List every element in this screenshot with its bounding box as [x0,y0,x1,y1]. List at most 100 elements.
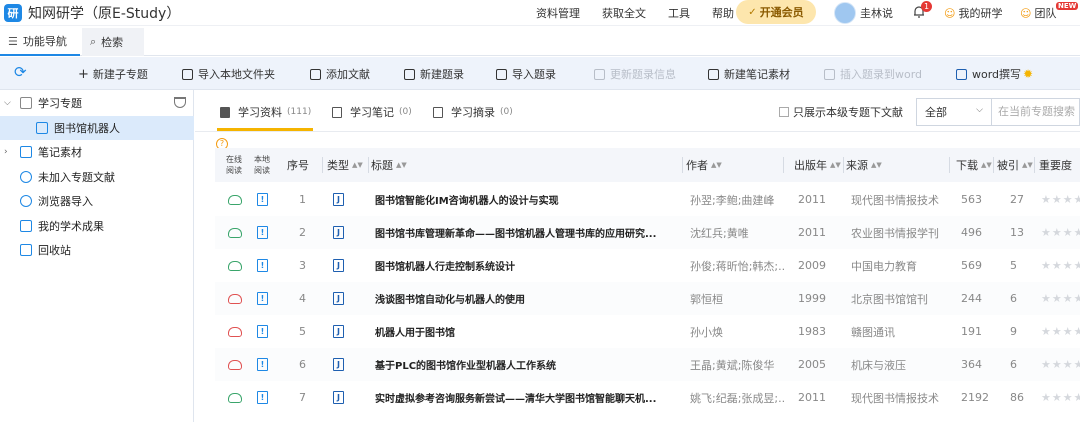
local-file-icon[interactable]: ! [257,259,268,272]
table-row[interactable]: ! 7 J 实时虚拟参考咨询服务新尝试——清华大学图书馆智能聊天机... 姚飞;纪磊;张… [215,381,1080,414]
importance-stars[interactable]: ★★★★★ [1041,348,1080,381]
cloud-icon[interactable] [228,293,242,304]
sidebar-item-unassigned[interactable]: 未加入专题文献 [0,165,194,189]
tab-learning-notes[interactable]: 学习笔记 (0) [332,104,412,120]
local-read-cell[interactable]: ! [257,183,275,216]
row-title[interactable]: 机器人用于图书馆 [375,315,685,348]
local-read-cell[interactable]: ! [257,282,275,315]
import-local-folder-button[interactable]: 导入本地文件夹 [182,66,275,82]
sidebar-item-my-achievements[interactable]: 我的学术成果 [0,214,194,238]
tab-learning-excerpts[interactable]: 学习摘录 (0) [433,104,513,120]
cloud-icon[interactable] [228,227,242,238]
tab-search[interactable]: ⌕ 检索 [82,28,144,56]
local-read-cell[interactable]: ! [257,216,275,249]
word-write-button[interactable]: word撰写 ✹ [956,66,1033,82]
update-record-button[interactable]: 更新题录信息 [594,66,676,82]
col-year[interactable]: 出版年 ▲▼ [794,148,844,182]
local-file-icon[interactable]: ! [257,358,268,371]
menu-item-data-management[interactable]: 资料管理 [536,5,580,21]
col-index[interactable]: 序号 [287,148,323,182]
local-file-icon[interactable]: ! [257,292,268,305]
online-read-cell[interactable] [228,183,246,216]
add-document-button[interactable]: 添加文献 [310,66,370,82]
filter-select[interactable]: 全部 ⌵ [916,98,992,126]
table-row[interactable]: ! 5 J 机器人用于图书馆孙小焕 1983 赣图通讯 191 9 ★★★★★ [215,315,1080,348]
importance-stars[interactable]: ★★★★★ [1041,282,1080,315]
local-read-cell[interactable]: ! [257,381,275,414]
vip-button[interactable]: ✓ 开通会员 [736,0,816,24]
row-title[interactable]: 图书馆智能化IM咨询机器人的设计与实现 [375,183,685,216]
chevron-down-icon[interactable]: ⌵ [4,98,14,108]
team-link[interactable]: ☺ 团队 [1020,5,1056,21]
importance-stars[interactable]: ★★★★★ [1041,249,1080,282]
row-title[interactable]: 基于PLC的图书馆作业型机器人工作系统 [375,348,685,381]
col-online-read[interactable]: 在线 阅读 [221,148,247,182]
col-title[interactable]: 标题 ▲▼ [371,148,683,182]
cloud-icon[interactable] [228,392,242,403]
new-note-material-button[interactable]: 新建笔记素材 [708,66,790,82]
cloud-icon[interactable] [228,260,242,271]
tab-function-nav[interactable]: ☰ 功能导航 [0,28,80,56]
table-row[interactable]: ! 1 J 图书馆智能化IM咨询机器人的设计与实现 孙翌;李鲍;曲建峰 2011 现代图书情… [215,183,1080,216]
local-file-icon[interactable]: ! [257,226,268,239]
importance-stars[interactable]: ★★★★★ [1041,183,1080,216]
tab-learning-materials[interactable]: 学习资料 (111) [220,104,311,120]
my-research-link[interactable]: ☺ 我的研学 [944,5,1002,21]
table-row[interactable]: ! 2 J 图书馆书库管理新革命——图书馆机器人管理书库的应用研究... 沈红兵;黄唯 2… [215,216,1080,249]
importance-stars[interactable]: ★★★★★ [1041,381,1080,414]
local-read-cell[interactable]: ! [257,315,275,348]
online-read-cell[interactable] [228,282,246,315]
col-cited[interactable]: 被引 ▲▼ [997,148,1035,182]
menu-item-help[interactable]: 帮助 [712,5,734,21]
col-source[interactable]: 来源 ▲▼ [846,148,950,182]
avatar[interactable] [834,2,856,24]
importance-stars[interactable]: ★★★★★ [1041,216,1080,249]
checkbox-box[interactable] [779,107,789,117]
sun-icon: ✹ [1023,67,1034,81]
cloud-icon[interactable] [228,326,242,337]
row-title[interactable]: 实时虚拟参考咨询服务新尝试——清华大学图书馆智能聊天机... [375,381,685,414]
new-record-button[interactable]: 新建题录 [404,66,464,82]
topic-search-input[interactable]: 在当前专题搜索 [992,98,1080,126]
menu-item-tools[interactable]: 工具 [668,5,690,21]
refresh-icon[interactable]: ⟳ [14,63,27,81]
sidebar-item-library-robot[interactable]: 图书馆机器人 [0,116,194,140]
online-read-cell[interactable] [228,315,246,348]
user-name[interactable]: 圭林说 [860,5,893,21]
row-title[interactable]: 图书馆机器人行走控制系统设计 [375,249,685,282]
online-read-cell[interactable] [228,216,246,249]
col-downloads[interactable]: 下载 ▲▼ [956,148,994,182]
table-row[interactable]: ! 3 J 图书馆机器人行走控制系统设计 孙俊;蒋昕怡;韩杰;... 2009 中国电力教育… [215,249,1080,282]
sidebar-item-recycle-bin[interactable]: 回收站 [0,238,194,262]
document-icon [310,68,321,80]
cloud-icon[interactable] [228,194,242,205]
local-read-cell[interactable]: ! [257,249,275,282]
sidebar-item-notes[interactable]: › 笔记素材 [0,140,194,164]
online-read-cell[interactable] [228,381,246,414]
sidebar-item-learning-topics[interactable]: ⌵ 学习专题 [0,91,194,115]
sidebar-item-browser-import[interactable]: 浏览器导入 [0,189,194,213]
local-file-icon[interactable]: ! [257,193,268,206]
chevron-right-icon[interactable]: › [4,147,14,157]
table-row[interactable]: ! 4 J 浅谈图书馆自动化与机器人的使用 郭恒桓 1999 北京图书馆馆刊 244 6 ★★★★… [215,282,1080,315]
col-importance[interactable]: 重要度 [1039,148,1080,182]
local-file-icon[interactable]: ! [257,391,268,404]
row-title[interactable]: 浅谈图书馆自动化与机器人的使用 [375,282,685,315]
menu-item-get-fulltext[interactable]: 获取全文 [602,5,646,21]
col-type[interactable]: 类型 ▲▼ [327,148,369,182]
row-title[interactable]: 图书馆书库管理新革命——图书馆机器人管理书库的应用研究... [375,216,685,249]
importance-stars[interactable]: ★★★★★ [1041,315,1080,348]
col-local-read[interactable]: 本地 阅读 [249,148,275,182]
import-record-button[interactable]: 导入题录 [496,66,556,82]
table-row[interactable]: ! 6 J 基于PLC的图书馆作业型机器人工作系统 王晶;黄斌;陈俊华 2005 机床与液压… [215,348,1080,381]
online-read-cell[interactable] [228,348,246,381]
local-read-cell[interactable]: ! [257,348,275,381]
local-file-icon[interactable]: ! [257,325,268,338]
new-subtopic-button[interactable]: + 新建子专题 [78,66,148,82]
cloud-icon[interactable] [228,359,242,370]
filter-icon[interactable] [174,97,186,108]
online-read-cell[interactable] [228,249,246,282]
col-author[interactable]: 作者 ▲▼ [686,148,784,182]
insert-to-word-button[interactable]: 插入题录到word [824,66,922,82]
only-current-checkbox[interactable]: 只展示本级专题下文献 [779,104,903,120]
